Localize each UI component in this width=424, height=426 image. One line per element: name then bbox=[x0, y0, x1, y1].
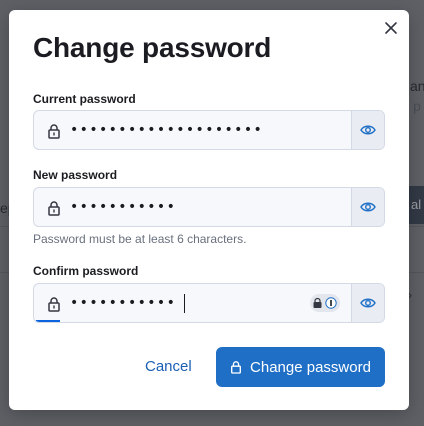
confirm-password-input[interactable] bbox=[70, 284, 340, 322]
close-button[interactable] bbox=[383, 20, 399, 36]
change-password-button-label: Change password bbox=[250, 358, 371, 376]
eye-icon bbox=[360, 298, 376, 308]
change-password-dialog: Change password Current password New pas… bbox=[9, 10, 409, 410]
cancel-button[interactable]: Cancel bbox=[145, 358, 192, 375]
eye-icon bbox=[360, 202, 376, 212]
current-password-field[interactable] bbox=[33, 110, 385, 150]
new-password-input[interactable] bbox=[70, 188, 340, 226]
change-password-button[interactable]: Change password bbox=[216, 347, 385, 387]
password-manager-icon bbox=[313, 297, 337, 309]
lock-icon bbox=[48, 124, 60, 139]
lock-icon bbox=[231, 361, 242, 374]
dialog-title: Change password bbox=[33, 32, 272, 63]
close-icon bbox=[385, 22, 397, 34]
new-password-label: New password bbox=[33, 168, 118, 182]
confirm-password-field[interactable] bbox=[33, 283, 385, 323]
new-password-field[interactable] bbox=[33, 187, 385, 227]
focus-indicator bbox=[36, 320, 60, 322]
confirm-password-label: Confirm password bbox=[33, 264, 139, 278]
show-password-toggle[interactable] bbox=[351, 284, 384, 322]
lock-icon bbox=[48, 201, 60, 216]
show-password-toggle[interactable] bbox=[351, 111, 384, 149]
new-password-help-text: Password must be at least 6 characters. bbox=[33, 232, 247, 246]
lock-icon bbox=[48, 297, 60, 312]
current-password-input[interactable] bbox=[70, 111, 340, 149]
password-manager-button[interactable] bbox=[310, 294, 340, 312]
show-password-toggle[interactable] bbox=[351, 188, 384, 226]
current-password-label: Current password bbox=[33, 92, 136, 106]
eye-icon bbox=[360, 125, 376, 135]
text-caret bbox=[184, 294, 185, 313]
